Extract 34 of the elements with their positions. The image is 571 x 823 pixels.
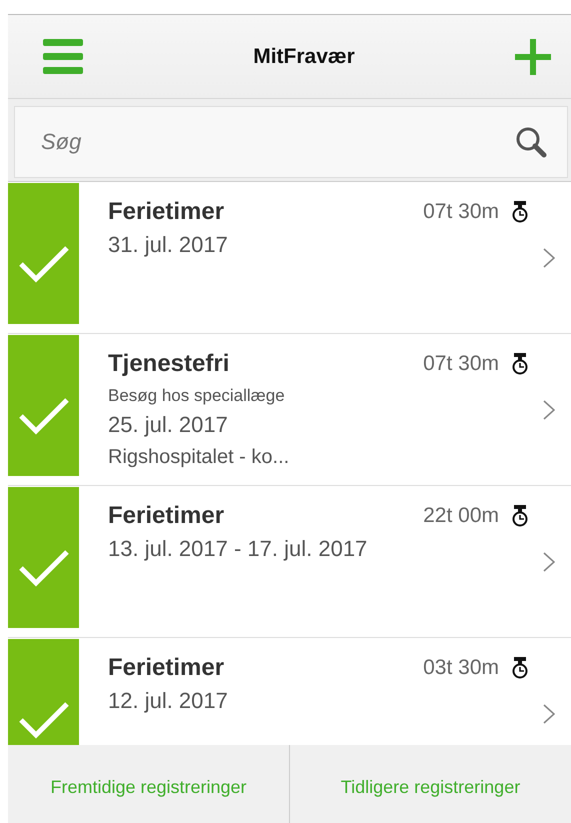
chevron-right-icon (543, 248, 555, 268)
checkmark-icon (18, 396, 70, 436)
absence-location: Rigshospitalet - ko... (108, 446, 290, 469)
absence-date: 31. jul. 2017 (108, 232, 229, 258)
stopwatch-icon (511, 353, 529, 375)
chevron-right-icon (543, 704, 555, 724)
absence-note: Besøg hos speciallæge (108, 386, 286, 406)
absence-entry[interactable]: Tjenestefri 07t 30m Besøg hos speciallæge 25. jul. 2017 Rigshospitalet - ko... (8, 334, 571, 486)
duration: 07t 30m (423, 200, 499, 224)
absence-type: Ferietimer (108, 502, 226, 530)
chevron-right-icon (543, 552, 555, 572)
duration: 07t 30m (423, 352, 499, 376)
stopwatch-icon (511, 201, 529, 223)
absence-type: Ferietimer (108, 654, 226, 682)
chevron-right-icon (543, 400, 555, 420)
duration: 03t 30m (423, 656, 499, 680)
checkmark-icon (18, 548, 70, 588)
duration: 22t 00m (423, 504, 499, 528)
absence-entry[interactable]: Ferietimer 07t 30m 31. jul. 2017 (8, 182, 571, 334)
absence-date: 25. jul. 2017 (108, 412, 229, 438)
add-icon[interactable] (515, 38, 551, 74)
absence-type: Tjenestefri (108, 350, 230, 378)
absence-type: Ferietimer (108, 198, 226, 226)
absence-entry[interactable]: Ferietimer 22t 00m 13. jul. 2017 - 17. jul. 2017 (8, 486, 571, 638)
search-field[interactable]: Søg (14, 106, 568, 178)
absence-date: 13. jul. 2017 - 17. jul. 2017 (108, 536, 368, 562)
checkmark-icon (18, 244, 70, 284)
stopwatch-icon (511, 657, 529, 679)
menu-icon[interactable] (43, 38, 83, 74)
checkmark-icon (18, 700, 70, 740)
stopwatch-icon (511, 505, 529, 527)
search-icon[interactable] (515, 126, 547, 158)
app-title: MitFravær (252, 44, 356, 68)
absence-date: 12. jul. 2017 (108, 688, 229, 714)
